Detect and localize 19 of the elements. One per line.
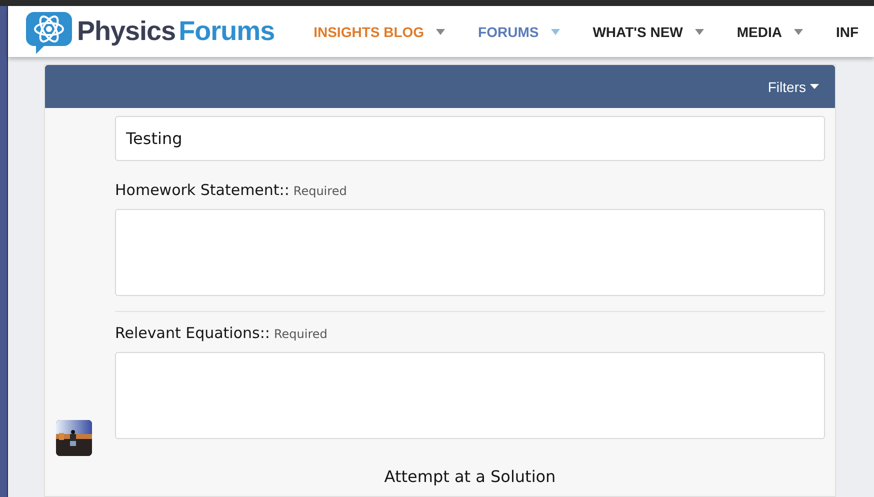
- caret-icon: [694, 28, 704, 34]
- nav-link[interactable]: MEDIA: [736, 24, 804, 40]
- caret-icon: [810, 84, 819, 89]
- text-area[interactable]: [115, 352, 825, 439]
- filters-button[interactable]: Filters: [768, 78, 819, 94]
- field-label: Relevant Equations:: Required: [115, 324, 328, 342]
- caret-icon: [794, 28, 804, 34]
- field-label: Homework Statement:: Required: [115, 181, 348, 199]
- title-field[interactable]: Testing: [115, 116, 825, 161]
- caret-icon: [550, 28, 560, 34]
- logo-text: Forums: [178, 16, 275, 47]
- nav-link[interactable]: INF: [836, 24, 859, 40]
- caret-icon: [436, 28, 446, 34]
- nav-link[interactable]: WHAT'S NEW: [592, 24, 704, 40]
- logo-text: Physics: [77, 16, 176, 47]
- nav-link[interactable]: FORUMS: [478, 24, 560, 40]
- section-heading: Attempt at a Solution: [383, 467, 557, 486]
- text-area[interactable]: [115, 209, 825, 296]
- atom-chat-bubble-icon: [26, 10, 74, 54]
